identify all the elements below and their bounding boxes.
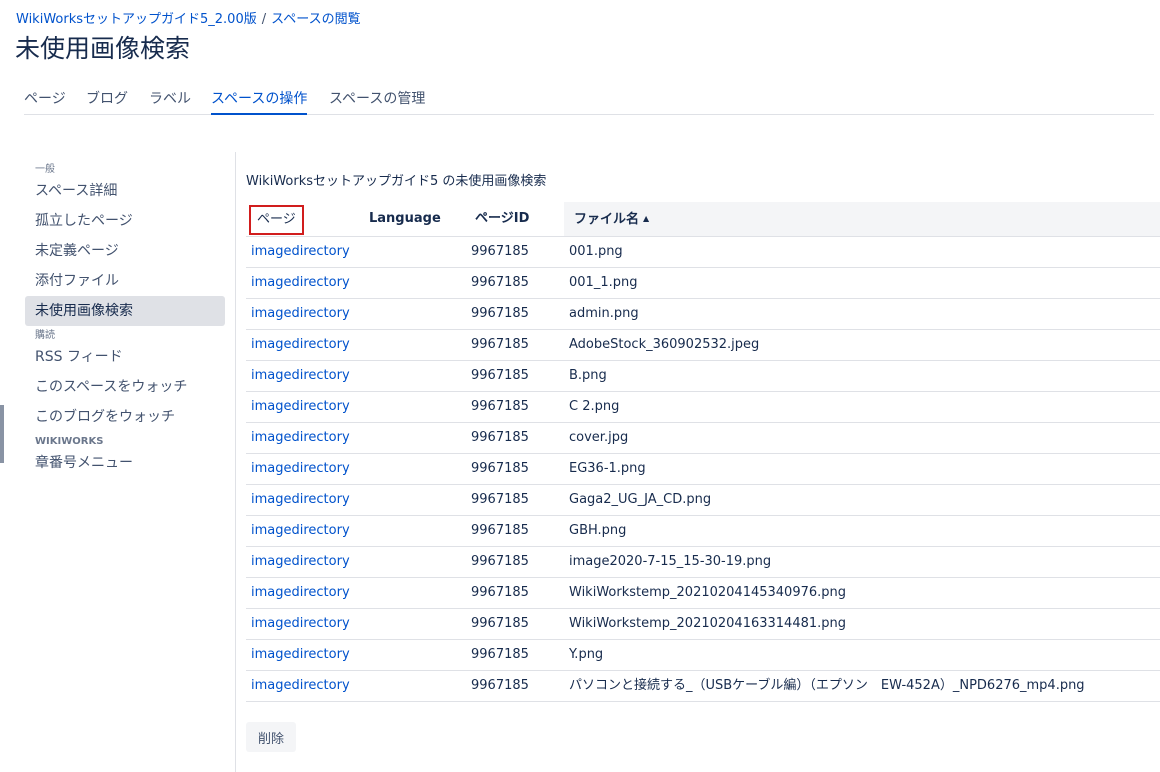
table-row: imagedirectory 9967185 B.png [246, 361, 1160, 392]
file-name-cell: AdobeStock_360902532.jpeg [569, 337, 760, 352]
unused-images-table: ページ Language ページID ファイル名 ▲ imagedirectory… [246, 202, 1160, 702]
page-id-cell: 9967185 [471, 337, 529, 352]
sidebar-item-undefined-pages[interactable]: 未定義ページ [25, 236, 225, 266]
page-link[interactable]: imagedirectory [251, 361, 350, 391]
page-link[interactable]: imagedirectory [251, 578, 350, 608]
table-row: imagedirectory 9967185 WikiWorkstemp_20210… [246, 578, 1160, 609]
column-header-file-name-label: ファイル名 [574, 212, 640, 227]
file-name-cell: B.png [569, 368, 607, 383]
sidebar-collapse-handle[interactable] [0, 405, 4, 463]
sidebar-heading-wikiworks: WIKIWORKS [35, 436, 104, 447]
file-name-cell: GBH.png [569, 523, 627, 538]
tab-space-admin[interactable]: スペースの管理 [329, 86, 425, 113]
table-row: imagedirectory 9967185 001.png [246, 237, 1160, 268]
page-title: 未使用画像検索 [15, 34, 191, 63]
table-row: imagedirectory 9967185 cover.jpg [246, 423, 1160, 454]
sidebar-divider [235, 152, 236, 772]
page-id-cell: 9967185 [471, 275, 529, 290]
table-header: ページ Language ページID ファイル名 ▲ [246, 202, 1160, 237]
page-link[interactable]: imagedirectory [251, 485, 350, 515]
column-header-page[interactable]: ページ [249, 205, 304, 235]
page-id-cell: 9967185 [471, 492, 529, 507]
tab-pages[interactable]: ページ [24, 86, 66, 113]
page-id-cell: 9967185 [471, 523, 529, 538]
delete-button[interactable]: 削除 [246, 722, 296, 752]
tab-blog[interactable]: ブログ [86, 86, 128, 113]
page-id-cell: 9967185 [471, 647, 529, 662]
column-header-language[interactable]: Language [369, 202, 441, 236]
file-name-cell: EG36-1.png [569, 461, 646, 476]
file-name-cell: Gaga2_UG_JA_CD.png [569, 492, 712, 507]
section-title: WikiWorksセットアップガイド5 の未使用画像検索 [246, 174, 547, 189]
sidebar-item-space-details[interactable]: スペース詳細 [25, 176, 225, 206]
page-link[interactable]: imagedirectory [251, 454, 350, 484]
page-link[interactable]: imagedirectory [251, 671, 350, 701]
sidebar-item-chapter-number-menu[interactable]: 章番号メニュー [25, 448, 225, 478]
file-name-cell: WikiWorkstemp_20210204163314481.png [569, 616, 847, 631]
page-link[interactable]: imagedirectory [251, 516, 350, 546]
page-link[interactable]: imagedirectory [251, 330, 350, 360]
breadcrumb-space-link[interactable]: WikiWorksセットアップガイド5_2.00版 [16, 12, 257, 27]
page-link[interactable]: imagedirectory [251, 268, 350, 298]
page-link[interactable]: imagedirectory [251, 423, 350, 453]
sidebar-item-orphaned-pages[interactable]: 孤立したページ [25, 206, 225, 236]
page-id-cell: 9967185 [471, 616, 529, 631]
file-name-cell: Y.png [569, 647, 604, 662]
page-id-cell: 9967185 [471, 430, 529, 445]
page-link[interactable]: imagedirectory [251, 609, 350, 639]
page-id-cell: 9967185 [471, 399, 529, 414]
page-id-cell: 9967185 [471, 554, 529, 569]
sort-ascending-icon: ▲ [643, 214, 650, 223]
breadcrumb-separator: / [261, 12, 267, 27]
page-link[interactable]: imagedirectory [251, 392, 350, 422]
file-name-cell: C 2.png [569, 399, 620, 414]
page-link[interactable]: imagedirectory [251, 299, 350, 329]
table-row: imagedirectory 9967185 C 2.png [246, 392, 1160, 423]
table-row: imagedirectory 9967185 WikiWorkstemp_20210… [246, 609, 1160, 640]
tab-labels[interactable]: ラベル [149, 86, 191, 113]
space-tabs: ページ ブログ ラベル スペースの操作 スペースの管理 [24, 86, 1154, 115]
sidebar-item-attachments[interactable]: 添付ファイル [25, 266, 225, 296]
file-name-cell: WikiWorkstemp_20210204145340976.png [569, 585, 847, 600]
column-header-page-id[interactable]: ページID [475, 202, 529, 236]
table-row: imagedirectory 9967185 001_1.png [246, 268, 1160, 299]
table-row: imagedirectory 9967185 Y.png [246, 640, 1160, 671]
sidebar-heading-general: 一般 [35, 164, 55, 175]
page-id-cell: 9967185 [471, 368, 529, 383]
table-row: imagedirectory 9967185 AdobeStock_36090253… [246, 330, 1160, 361]
sidebar-item-unused-images[interactable]: 未使用画像検索 [25, 296, 225, 326]
file-name-cell: 001.png [569, 244, 623, 259]
file-name-cell: 001_1.png [569, 275, 638, 290]
tab-space-operations[interactable]: スペースの操作 [211, 86, 308, 115]
file-name-cell: image2020-7-15_15-30-19.png [569, 554, 772, 569]
table-row: imagedirectory 9967185 EG36-1.png [246, 454, 1160, 485]
table-row: imagedirectory 9967185 image2020-7-15_15-3… [246, 547, 1160, 578]
sidebar-item-rss-feed[interactable]: RSS フィード [25, 342, 225, 372]
file-name-cell: admin.png [569, 306, 639, 321]
sidebar-item-watch-blog[interactable]: このブログをウォッチ [25, 402, 225, 432]
sidebar: 一般 スペース詳細 孤立したページ 未定義ページ 添付ファイル 未使用画像検索 … [25, 160, 225, 478]
table-row: imagedirectory 9967185 Gaga2_UG_JA_CD.png [246, 485, 1160, 516]
table-row: imagedirectory 9967185 GBH.png [246, 516, 1160, 547]
table-row: imagedirectory 9967185 パソコンと接続する_（USBケーブル編… [246, 671, 1160, 702]
page-id-cell: 9967185 [471, 585, 529, 600]
file-name-cell: cover.jpg [569, 430, 629, 445]
page-id-cell: 9967185 [471, 461, 529, 476]
page-id-cell: 9967185 [471, 678, 529, 693]
table-row: imagedirectory 9967185 admin.png [246, 299, 1160, 330]
page-link[interactable]: imagedirectory [251, 547, 350, 577]
table-body: imagedirectory 9967185 001.png imagedirecto… [246, 237, 1160, 702]
page-id-cell: 9967185 [471, 244, 529, 259]
sidebar-heading-subscribe: 購読 [35, 330, 55, 341]
column-header-file-name[interactable]: ファイル名 ▲ [564, 202, 1160, 236]
file-name-cell: パソコンと接続する_（USBケーブル編）（エプソン EW-452A）_NPD62… [569, 678, 1085, 693]
page-id-cell: 9967185 [471, 306, 529, 321]
sidebar-item-watch-space[interactable]: このスペースをウォッチ [25, 372, 225, 402]
page-link[interactable]: imagedirectory [251, 640, 350, 670]
breadcrumb-section-link[interactable]: スペースの閲覧 [271, 12, 360, 27]
page-link[interactable]: imagedirectory [251, 237, 350, 267]
breadcrumb: WikiWorksセットアップガイド5_2.00版 / スペースの閲覧 [16, 10, 361, 30]
